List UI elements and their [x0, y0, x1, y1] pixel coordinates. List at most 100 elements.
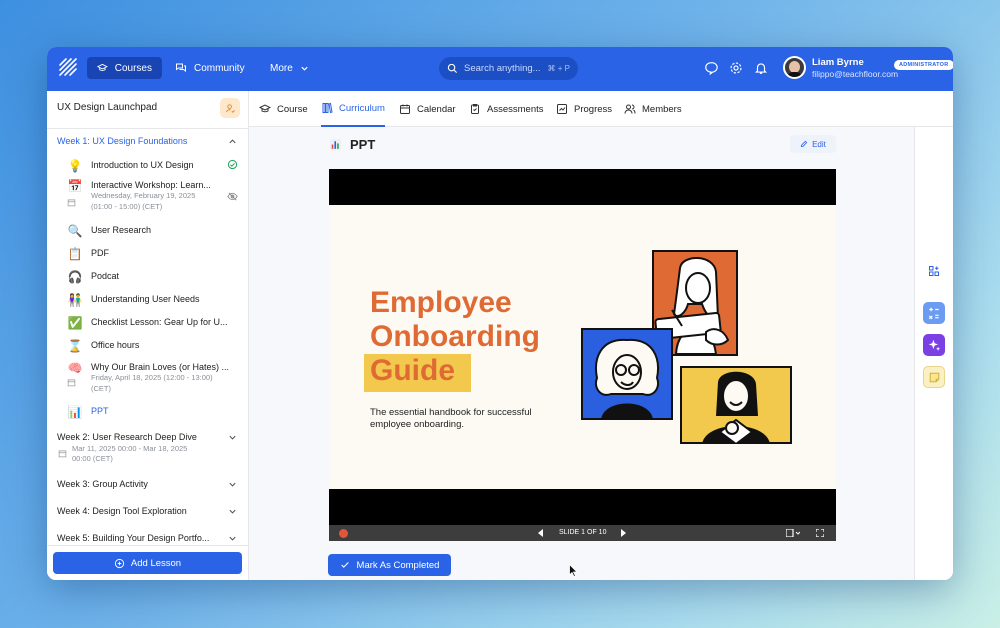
chevron-up-icon[interactable] [228, 137, 237, 146]
ai-assistant-button[interactable] [923, 334, 945, 356]
lesson-item[interactable]: ⌛ Office hours [67, 340, 140, 352]
chevron-down-icon[interactable] [228, 480, 237, 489]
tab-course[interactable]: Course [259, 91, 308, 127]
magnifier-icon: 🔍 [67, 224, 83, 238]
nav-courses-button[interactable]: Courses [87, 57, 162, 79]
chevron-down-icon[interactable] [228, 534, 237, 543]
search-shortcut: ⌘ + P [547, 64, 570, 73]
chevron-down-icon [301, 66, 308, 71]
lesson-item[interactable]: 📋 PDF [67, 248, 109, 260]
lesson-item[interactable]: 📅 Interactive Workshop: Learn... Wednesd… [67, 180, 211, 212]
bell-icon[interactable] [754, 61, 768, 75]
gear-icon[interactable] [729, 61, 743, 75]
curriculum-sidebar: UX Design Launchpad Week 1: UX Design Fo… [47, 91, 249, 580]
lesson-label: PPT [91, 406, 109, 416]
people-icon [624, 104, 636, 114]
lesson-item[interactable]: 🧠 Why Our Brain Loves (or Hates) ... Fri… [67, 362, 230, 394]
lesson-time: (01:00 - 15:00) (CET) [91, 202, 163, 211]
slide-counter: SLIDE 1 OF 10 [559, 529, 607, 536]
graduation-cap-icon [259, 104, 271, 113]
mark-as-completed-button[interactable]: Mark As Completed [328, 554, 451, 576]
week-date-range: Mar 11, 2025 00:00 - Mar 18, 2025 00:00 … [72, 444, 187, 464]
calendar-small-icon [58, 450, 67, 458]
nav-more-label: More [270, 62, 293, 74]
tab-progress[interactable]: Progress [556, 91, 612, 127]
nav-community-button[interactable]: Community [165, 57, 255, 79]
week-4-header[interactable]: Week 4: Design Tool Exploration [57, 506, 187, 516]
week-2-header[interactable]: Week 2: User Research Deep Dive [57, 432, 197, 442]
nav-more-button[interactable]: More [260, 57, 319, 79]
lesson-item[interactable]: 💡 Introduction to UX Design [67, 160, 194, 172]
user-check-icon [225, 103, 235, 113]
mouse-cursor-icon [569, 564, 578, 577]
search-icon [447, 63, 458, 74]
calendar-icon [400, 104, 410, 114]
nav-courses-label: Courses [114, 62, 152, 74]
lesson-label: Why Our Brain Loves (or Hates) ... [91, 362, 230, 372]
lesson-item[interactable]: ✅ Checklist Lesson: Gear Up for U... [67, 317, 228, 329]
check-icon [340, 562, 349, 568]
slide-description-line: The essential handbook for successful [370, 407, 532, 418]
calendar-small-icon [67, 379, 76, 387]
lesson-label: Podcat [91, 271, 120, 281]
app-window: Courses Community More Search anything..… [47, 47, 953, 580]
chevron-down-icon[interactable] [228, 433, 237, 442]
week-1-header[interactable]: Week 1: UX Design Foundations [57, 136, 187, 146]
slide-description: The essential handbook for successful em… [370, 407, 532, 431]
portrait-illustration [581, 328, 673, 420]
lesson-label: Introduction to UX Design [91, 160, 194, 170]
slide-title-line: Guide [370, 354, 456, 387]
apps-grid-button[interactable] [923, 260, 945, 282]
calendar-emoji-icon: 📅 [67, 179, 83, 193]
fullscreen-icon[interactable] [816, 529, 824, 537]
user-menu[interactable]: Liam Byrne filippo@teachfloor.com ADMINI… [783, 56, 953, 79]
lesson-label: User Research [91, 225, 152, 235]
presentation-viewer[interactable]: Employee Onboarding Guide The essential … [329, 169, 836, 541]
powerpoint-icon [339, 528, 348, 538]
tab-label: Curriculum [339, 102, 385, 114]
message-icon[interactable] [704, 61, 718, 75]
lesson-item[interactable]: 👫 Understanding User Needs [67, 294, 200, 306]
search-placeholder: Search anything... [464, 63, 541, 74]
tab-label: Course [277, 103, 308, 115]
previous-slide-icon[interactable] [538, 529, 544, 537]
add-lesson-button[interactable]: Add Lesson [53, 552, 242, 574]
calculator-button[interactable] [923, 302, 945, 324]
next-slide-icon[interactable] [620, 529, 626, 537]
tab-calendar[interactable]: Calendar [399, 91, 456, 127]
graduation-cap-icon [97, 63, 108, 71]
tab-members[interactable]: Members [624, 91, 682, 127]
chevron-down-icon[interactable] [228, 507, 237, 516]
lesson-label: Interactive Workshop: Learn... [91, 180, 211, 190]
tab-label: Assessments [487, 103, 544, 115]
tab-label: Progress [574, 103, 613, 115]
week-3-header[interactable]: Week 3: Group Activity [57, 479, 148, 489]
course-members-button[interactable] [220, 98, 240, 118]
week-time: 00:00 (CET) [72, 454, 113, 463]
portrait-illustration [680, 366, 792, 444]
add-lesson-label: Add Lesson [130, 557, 182, 569]
tab-assessments[interactable]: Assessments [469, 91, 544, 127]
lesson-date: Friday, April 18, 2025 (12:00 - 13:00) [91, 373, 213, 382]
week-5-header[interactable]: Week 5: Building Your Design Portfo... [57, 533, 209, 543]
eye-off-icon [227, 192, 238, 201]
notes-button[interactable] [923, 366, 945, 388]
lesson-item-active[interactable]: 📊 PPT [67, 406, 109, 418]
lesson-item[interactable]: 🔍 User Research [67, 224, 152, 238]
view-options-icon[interactable] [786, 529, 800, 537]
lesson-item[interactable]: 🎧 Podcat [67, 270, 120, 284]
slide-description-line: employee onboarding. [370, 419, 465, 430]
tab-curriculum[interactable]: Curriculum [321, 91, 385, 127]
search-input[interactable]: Search anything... ⌘ + P [439, 57, 578, 80]
bar-chart-icon [330, 139, 341, 150]
headphones-icon: 🎧 [67, 270, 83, 284]
viewer-controls: SLIDE 1 OF 10 [329, 525, 836, 541]
sparkles-icon [928, 339, 941, 351]
completed-check-icon [227, 159, 238, 170]
edit-button[interactable]: Edit [790, 135, 836, 153]
calendar-small-icon [67, 199, 76, 207]
teachfloor-logo-icon[interactable] [58, 57, 78, 77]
week-date: Mar 11, 2025 00:00 - Mar 18, 2025 [72, 444, 188, 453]
nav-community-label: Community [194, 62, 245, 74]
divider [47, 545, 248, 546]
